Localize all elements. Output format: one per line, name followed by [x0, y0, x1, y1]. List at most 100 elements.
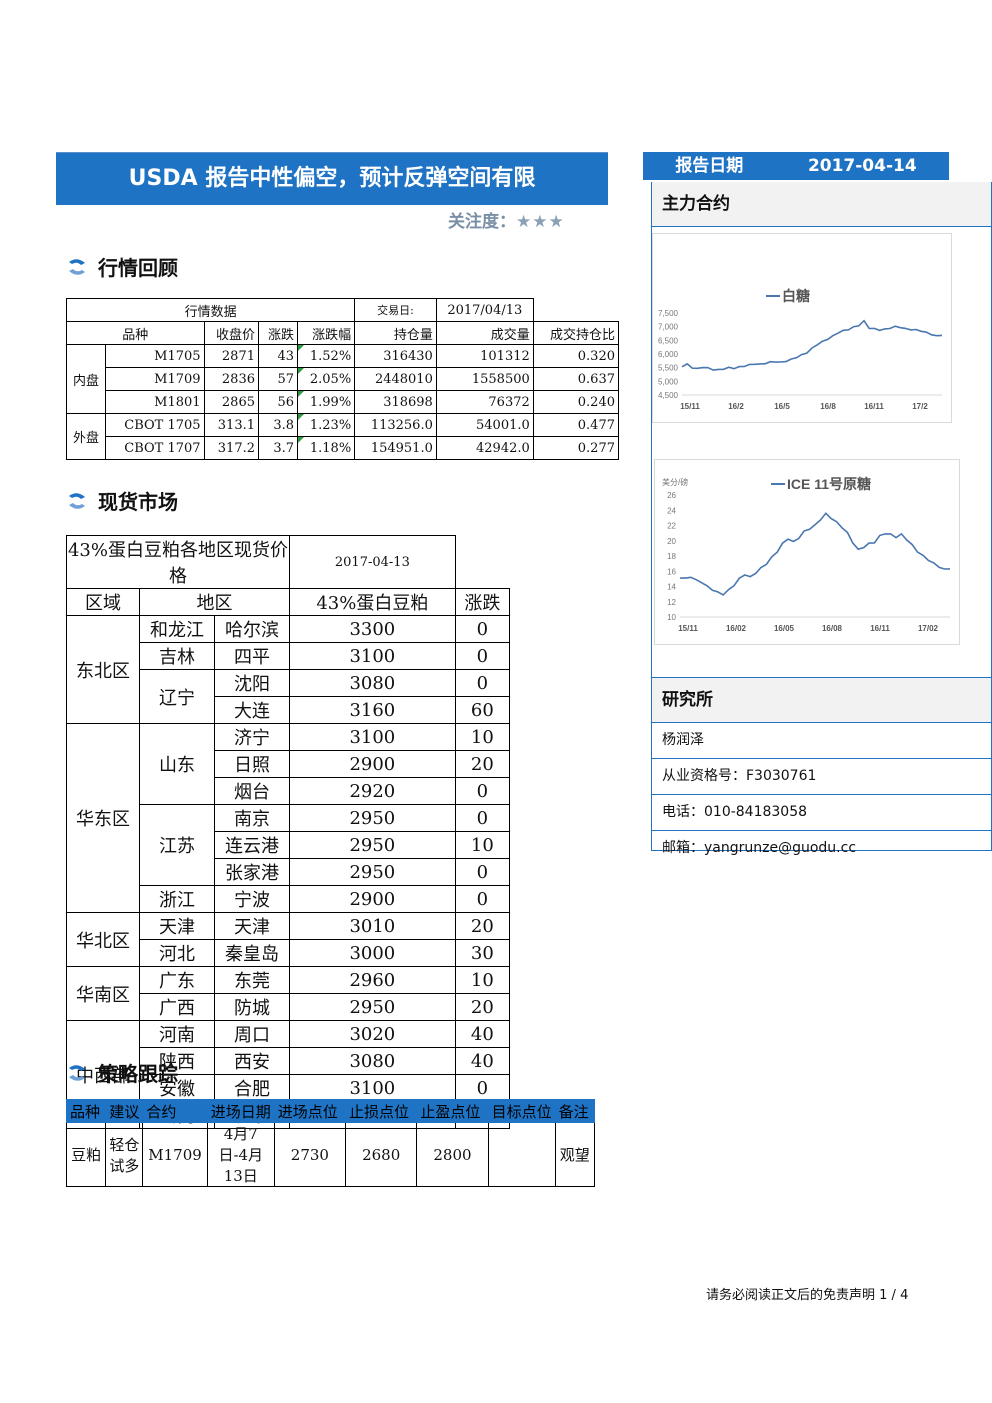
cell: CBOT 1707 [105, 436, 205, 460]
cell: 1558500 [435, 367, 534, 391]
cell: M1801 [105, 390, 205, 414]
col-header: 目标点位 [487, 1099, 556, 1123]
x-tick-label: 16/08 [822, 624, 843, 633]
cell: 豆粕 [65, 1122, 107, 1187]
price-cell: 3080 [289, 669, 456, 697]
city-cell: 烟台 [214, 777, 290, 805]
x-tick-label: 16/02 [726, 624, 747, 633]
col-header: 备注 [554, 1099, 596, 1123]
cell: 57 [257, 367, 299, 391]
col-header: 止盈点位 [416, 1099, 489, 1123]
y-tick-label: 22 [667, 522, 676, 531]
cell: 316430 [354, 344, 437, 368]
main-contract-label: 主力合约 [652, 182, 991, 227]
province-cell: 广西 [139, 993, 215, 1021]
section-title: 行情回顾 [98, 256, 178, 280]
col-header: 涨跌幅 [297, 321, 356, 345]
city-cell: 南京 [214, 804, 290, 832]
change-cell: 40 [454, 1047, 511, 1075]
y-tick-label: 7,000 [658, 323, 679, 332]
cell: 43 [257, 344, 299, 368]
section-spot-market: 现货市场 [66, 486, 178, 515]
x-tick-label: 17/2 [912, 402, 928, 411]
side-panel: 主力合约 白糖 4,500 5,000 5,500 6,000 6,500 7,000 7,5… [651, 182, 992, 856]
province-cell: 和龙江 [139, 615, 215, 643]
col-header: 品种 [66, 321, 205, 345]
y-axis-label: 美分/磅 [662, 477, 688, 487]
charts-area: 白糖 4,500 5,000 5,500 6,000 6,500 7,000 7,500 15/… [652, 227, 991, 678]
x-tick-label: 16/8 [820, 402, 836, 411]
change-cell: 0 [454, 1074, 511, 1102]
cell: 313.1 [203, 413, 260, 437]
sugar-chart: 白糖 4,500 5,000 5,500 6,000 6,500 7,000 7,500 15/… [652, 233, 952, 423]
price-cell: 2950 [289, 831, 456, 859]
col-header: 涨跌 [454, 588, 511, 616]
x-tick-label: 16/2 [728, 402, 744, 411]
y-tick-label: 6,000 [658, 350, 679, 359]
spot-table-date: 2017-04-13 [289, 535, 456, 589]
change-cell: 20 [454, 993, 511, 1021]
attention-rating: 关注度：★★★ [448, 207, 598, 232]
province-cell: 河北 [139, 939, 215, 967]
cell: 4月7日-4月13日 [206, 1122, 275, 1187]
trade-date: 2017/04/13 [435, 298, 534, 322]
cell: 1.18% [297, 436, 356, 460]
cell: 76372 [435, 390, 534, 414]
cell: 56 [257, 390, 299, 414]
y-tick-label: 4,500 [658, 391, 679, 400]
price-cell: 3100 [289, 1074, 456, 1102]
cell: 0.477 [532, 413, 620, 437]
cell: M1709 [142, 1122, 208, 1187]
cell: 154951.0 [354, 436, 437, 460]
city-cell: 西安 [214, 1047, 290, 1075]
city-cell: 济宁 [214, 723, 290, 751]
cell: M1705 [105, 344, 205, 368]
attention-stars: ★★★ [516, 212, 565, 232]
spot-row: 华南区 广东 东莞 2960 10 [66, 966, 511, 1021]
province-cell: 山东 [139, 723, 215, 805]
cell: 2800 [416, 1122, 489, 1187]
cell: 1.99% [297, 390, 356, 414]
cell: 113256.0 [354, 413, 437, 437]
city-cell: 合肥 [214, 1074, 290, 1102]
col-header: 收盘价 [203, 321, 260, 345]
group-label: 外盘 [65, 413, 107, 460]
province-cell: 江苏 [139, 804, 215, 886]
city-cell: 张家港 [214, 858, 290, 886]
change-cell: 10 [454, 966, 511, 994]
province-cell: 吉林 [139, 642, 215, 670]
cell: 1.23% [297, 413, 356, 437]
footer: 请务必阅读正文后的免责声明 1 / 4 [706, 1284, 908, 1303]
col-header: 合约 [142, 1099, 208, 1123]
cell: M1709 [105, 367, 205, 391]
x-tick-label: 17/02 [918, 624, 939, 633]
cell: 54001.0 [435, 413, 534, 437]
city-cell: 日照 [214, 750, 290, 778]
section-title: 现货市场 [98, 490, 178, 514]
price-cell: 3100 [289, 642, 456, 670]
city-cell: 连云港 [214, 831, 290, 859]
trade-date-label: 交易日: [354, 298, 437, 322]
spot-price-table: 43%蛋白豆粕各地区现货价格 2017-04-13 区域 地区 43%蛋白豆粕 … [66, 535, 511, 1129]
spot-row: 东北区 和龙江 哈尔滨 3300 0 [66, 615, 511, 724]
email: 邮箱：yangrunze@guodu.cc [662, 840, 857, 856]
y-tick-label: 20 [667, 537, 676, 546]
y-tick-label: 10 [667, 613, 676, 622]
section-logo-icon [69, 492, 85, 509]
cell: 318698 [354, 390, 437, 414]
page-number: 1 / 4 [879, 1288, 909, 1303]
col-header: 进场点位 [273, 1099, 347, 1123]
city-cell: 天津 [214, 912, 290, 940]
change-cell: 20 [454, 912, 511, 940]
province-cell: 辽宁 [139, 669, 215, 724]
change-cell: 0 [454, 885, 511, 913]
section-title: 策略跟踪 [98, 1062, 178, 1086]
col-header: 进场日期 [206, 1099, 275, 1123]
col-header: 品种 [65, 1099, 107, 1123]
region-cell: 华东区 [66, 723, 140, 913]
col-header: 止损点位 [345, 1099, 418, 1123]
col-header: 43%蛋白豆粕 [289, 588, 456, 616]
region-cell: 华北区 [66, 912, 140, 967]
cell: 2.05% [297, 367, 356, 391]
section-market-review: 行情回顾 [66, 252, 178, 281]
